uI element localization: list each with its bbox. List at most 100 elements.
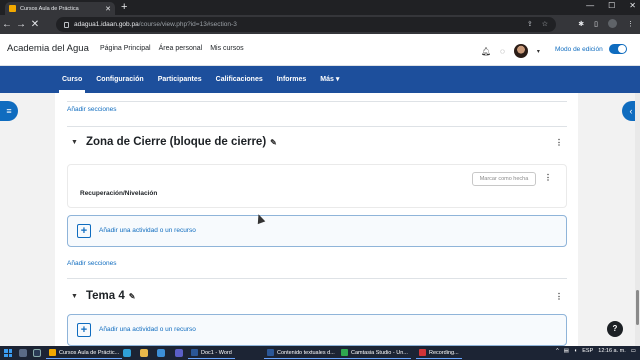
- tab-reports[interactable]: Informes: [270, 66, 314, 93]
- windows-start-icon[interactable]: [4, 349, 12, 357]
- recording-icon: [419, 349, 426, 356]
- taskbar-app-camtasia[interactable]: Camtasia Studio - Un...: [338, 347, 411, 359]
- chevron-up-icon[interactable]: ^: [556, 348, 559, 354]
- pencil-icon[interactable]: ✎: [129, 292, 136, 301]
- activity-menu-icon[interactable]: ⋮: [544, 173, 552, 182]
- word-icon: [191, 349, 198, 356]
- minimize-icon[interactable]: —: [586, 1, 594, 10]
- tab-settings[interactable]: Configuración: [89, 66, 150, 93]
- chevron-down-icon[interactable]: ▼: [71, 293, 78, 300]
- nav-home[interactable]: Página Principal: [100, 45, 151, 52]
- chrome-icon: [49, 349, 56, 356]
- clock[interactable]: 12:16 a. m.: [598, 348, 626, 354]
- taskbar-app-word-doc[interactable]: Contenido textuales d...: [264, 347, 338, 359]
- close-icon[interactable]: ✕: [105, 5, 111, 13]
- camtasia-icon: [341, 349, 348, 356]
- primary-navigation: Página Principal Área personal Mis curso…: [100, 45, 244, 52]
- tab-more[interactable]: Más ▾: [313, 66, 346, 93]
- taskbar-app-recording[interactable]: Recording...: [416, 347, 462, 359]
- site-header: Academia del Agua Página Principal Área …: [0, 34, 640, 66]
- bookmark-star-icon[interactable]: ☆: [542, 20, 548, 28]
- list-icon: ≡: [6, 106, 12, 116]
- add-activity-button[interactable]: + Añadir una actividad o un recurso: [67, 314, 567, 346]
- edit-mode-toggle[interactable]: [609, 44, 627, 54]
- chevron-down-icon[interactable]: ▼: [71, 139, 78, 146]
- search-icon[interactable]: [19, 349, 27, 357]
- divider: [67, 278, 567, 279]
- section-title: Tema 4: [85, 290, 125, 302]
- menu-dots-icon[interactable]: ⋮: [627, 20, 634, 28]
- browser-tab-bar: Cursos Aula de Práctica ✕ + — ☐ ✕: [0, 0, 640, 15]
- taskbar-app-word[interactable]: Doc1 - Word: [188, 347, 235, 359]
- site-brand[interactable]: Academia del Agua: [7, 43, 89, 54]
- chat-icon[interactable]: ◌: [500, 47, 505, 56]
- reload-icon[interactable]: ✕: [28, 19, 42, 30]
- bell-icon[interactable]: 🔔︎: [481, 47, 491, 56]
- course-navigation: Curso Configuración Participantes Califi…: [0, 66, 640, 93]
- pencil-icon[interactable]: ✎: [270, 138, 277, 147]
- add-activity-button[interactable]: + Añadir una actividad o un recurso: [67, 215, 567, 247]
- taskbar-app-label: Recording...: [429, 349, 459, 356]
- avatar[interactable]: [513, 44, 528, 58]
- activity-name[interactable]: Recuperación/Nivelación: [80, 190, 157, 197]
- section-header: ▼ Tema 4 ✎: [71, 290, 135, 302]
- tab-participants[interactable]: Participantes: [151, 66, 209, 93]
- plus-icon: +: [77, 323, 91, 337]
- lock-icon: [64, 21, 69, 28]
- network-icon[interactable]: ▤: [564, 348, 569, 354]
- forward-arrow-icon[interactable]: →: [14, 19, 28, 30]
- taskbar-app-label: Doc1 - Word: [201, 349, 232, 356]
- file-explorer-icon[interactable]: [140, 349, 148, 357]
- volume-icon[interactable]: ◖: [574, 348, 577, 354]
- browser-tab[interactable]: Cursos Aula de Práctica ✕: [5, 2, 115, 15]
- section-menu-icon[interactable]: ⋮: [555, 292, 563, 301]
- add-activity-label: Añadir una actividad o un recurso: [99, 326, 196, 333]
- edit-mode-label: Modo de edición: [555, 46, 603, 53]
- taskbar-app-label: Camtasia Studio - Un...: [351, 349, 408, 356]
- add-sections-link[interactable]: Añadir secciones: [67, 106, 117, 113]
- tab-course[interactable]: Curso: [55, 66, 89, 93]
- section-header: ▼ Zona de Cierre (bloque de cierre) ✎: [71, 136, 277, 148]
- profile-icon[interactable]: [608, 19, 617, 28]
- language-indicator[interactable]: ESP: [582, 348, 593, 354]
- add-activity-label: Añadir una actividad o un recurso: [99, 227, 196, 234]
- tab-grades[interactable]: Calificaciones: [209, 66, 270, 93]
- url-host: adagua1.idaan.gob.pa: [74, 21, 139, 28]
- window-controls: — ☐ ✕: [586, 1, 636, 10]
- chevron-down-icon[interactable]: ▾: [537, 48, 540, 55]
- section-menu-icon[interactable]: ⋮: [555, 138, 563, 147]
- divider: [67, 101, 567, 102]
- course-content: Añadir secciones ▼ Zona de Cierre (bloqu…: [55, 93, 578, 346]
- back-arrow-icon[interactable]: ←: [0, 19, 14, 30]
- maximize-icon[interactable]: ☐: [608, 1, 615, 10]
- store-icon[interactable]: [157, 349, 165, 357]
- taskbar-app-chrome[interactable]: Cursos Aula de Práctic...: [46, 347, 123, 359]
- nav-dashboard[interactable]: Área personal: [159, 45, 203, 52]
- address-bar[interactable]: adagua1.idaan.gob.pa/course/view.php?id=…: [56, 17, 556, 32]
- extensions-icon[interactable]: ✱: [578, 20, 584, 28]
- mark-done-button[interactable]: Marcar como hecha: [472, 172, 536, 186]
- system-tray: ^ ▤ ◖ ESP 12:16 a. m. ▭: [556, 348, 636, 354]
- course-index-toggle[interactable]: ≡: [0, 101, 18, 121]
- edge-icon[interactable]: [123, 349, 131, 357]
- plus-icon: +: [77, 224, 91, 238]
- side-panel-icon[interactable]: ▯: [594, 20, 598, 28]
- browser-tab-title: Cursos Aula de Práctica: [20, 5, 79, 12]
- nav-my-courses[interactable]: Mis cursos: [210, 45, 243, 52]
- divider: [67, 126, 567, 127]
- teams-icon[interactable]: [175, 349, 183, 357]
- new-tab-button[interactable]: +: [121, 1, 127, 13]
- activity-item: Marcar como hecha ⋮ Recuperación/Nivelac…: [67, 164, 567, 208]
- help-button[interactable]: ?: [607, 321, 623, 337]
- url-path: /course/view.php?id=13#section-3: [138, 21, 237, 28]
- taskbar-app-label: Contenido textuales d...: [277, 349, 335, 356]
- browser-toolbar: ← → ✕ adagua1.idaan.gob.pa/course/view.p…: [0, 15, 640, 34]
- window-close-icon[interactable]: ✕: [629, 1, 636, 10]
- windows-taskbar: Cursos Aula de Práctic... Doc1 - Word Co…: [0, 346, 640, 360]
- add-sections-link[interactable]: Añadir secciones: [67, 260, 117, 267]
- task-view-icon[interactable]: [33, 349, 41, 357]
- chevron-left-icon: ‹: [629, 106, 633, 116]
- notifications-icon[interactable]: ▭: [631, 348, 636, 354]
- share-icon[interactable]: ⇪: [527, 20, 533, 28]
- scrollbar-thumb[interactable]: [636, 290, 639, 325]
